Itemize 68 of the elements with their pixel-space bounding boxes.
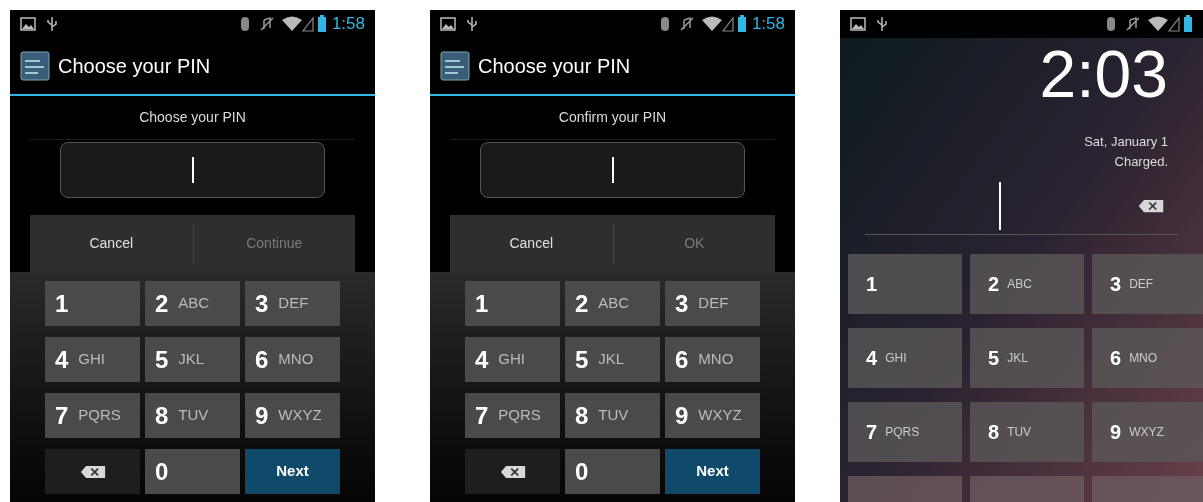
signal-icon (721, 16, 734, 32)
keypad-key[interactable]: 9 WXYZ (245, 393, 340, 438)
mute-icon (679, 16, 694, 32)
keypad-key[interactable]: 6 MNO (245, 337, 340, 382)
signal-icon (1168, 16, 1180, 32)
dialog-button[interactable]: Cancel (450, 215, 613, 272)
keypad-key[interactable]: 8 TUV (145, 393, 240, 438)
keypad-key[interactable]: 9 WXYZ (1092, 402, 1203, 462)
keypad-key[interactable]: 7 PQRS (45, 393, 140, 438)
keypad-key[interactable]: 6 MNO (1092, 328, 1203, 388)
keypad-key[interactable]: 9 WXYZ (665, 393, 760, 438)
keypad-key[interactable]: 3 DEF (245, 281, 340, 326)
backspace-icon (79, 464, 106, 479)
image-icon (20, 17, 36, 31)
keypad-key[interactable]: 7 PQRS (465, 393, 560, 438)
wifi-icon (701, 16, 722, 32)
usb-icon (46, 16, 58, 32)
app-icon (20, 51, 50, 81)
mute-icon (1126, 16, 1140, 32)
app-icon (440, 51, 470, 81)
battery-icon (736, 15, 747, 33)
pin-input-field[interactable] (60, 142, 325, 198)
keypad-key[interactable]: 3 DEF (665, 281, 760, 326)
keypad-key[interactable]: 4 GHI (848, 328, 962, 388)
keypad-key[interactable]: 8 TUV (565, 393, 660, 438)
keypad-key[interactable]: 4 GHI (465, 337, 560, 382)
pin-input-field[interactable] (480, 142, 745, 198)
status-time: 1:58 (331, 13, 365, 36)
pin-prompt: Confirm your PIN (558, 108, 667, 127)
keypad-key[interactable]: 2 ABC (970, 254, 1084, 314)
keypad-key[interactable]: 1 (848, 254, 962, 314)
signal-icon (301, 16, 314, 32)
keypad-key[interactable]: 0 (565, 449, 660, 494)
pin-prompt: Choose your PIN (139, 108, 246, 127)
dialog-button[interactable]: Cancel (30, 215, 193, 272)
keypad-key[interactable]: 2 ABC (565, 281, 660, 326)
keypad-key[interactable]: 1 (45, 281, 140, 326)
keypad-key[interactable]: 5 JKL (145, 337, 240, 382)
wifi-icon (281, 16, 302, 32)
battery-icon (1183, 15, 1193, 33)
usb-icon (876, 16, 888, 32)
keypad-key[interactable]: 8 TUV (970, 402, 1084, 462)
keypad-key[interactable]: 7 PQRS (848, 402, 962, 462)
delete-key[interactable] (45, 449, 140, 494)
lock-clock: 2:03 (1039, 42, 1168, 106)
next-key[interactable]: Next (245, 449, 340, 494)
keypad-key[interactable]: 1 (465, 281, 560, 326)
mute-icon (259, 16, 274, 32)
keypad-key[interactable]: 5 JKL (565, 337, 660, 382)
battery-icon (316, 15, 327, 33)
keypad-key[interactable]: 3 DEF (1092, 254, 1203, 314)
keypad-key[interactable]: 0 (145, 449, 240, 494)
status-time: 1:58 (751, 13, 785, 36)
wifi-icon (1148, 16, 1168, 32)
usb-icon (466, 16, 478, 32)
next-key[interactable]: Next (665, 449, 760, 494)
charging-status: Charged. (1114, 152, 1168, 171)
app-title: Choose your PIN (478, 54, 631, 79)
app-title: Choose your PIN (58, 54, 211, 79)
image-icon (850, 17, 866, 31)
lock-date: Sat, January 1 (1084, 133, 1168, 151)
keypad-key[interactable]: 4 GHI (45, 337, 140, 382)
backspace-icon (499, 464, 526, 479)
image-icon (440, 17, 456, 31)
keypad-key[interactable]: 5 JKL (970, 328, 1084, 388)
delete-key[interactable] (465, 449, 560, 494)
keypad-key[interactable]: 6 MNO (665, 337, 760, 382)
keypad-key[interactable]: 2 ABC (145, 281, 240, 326)
